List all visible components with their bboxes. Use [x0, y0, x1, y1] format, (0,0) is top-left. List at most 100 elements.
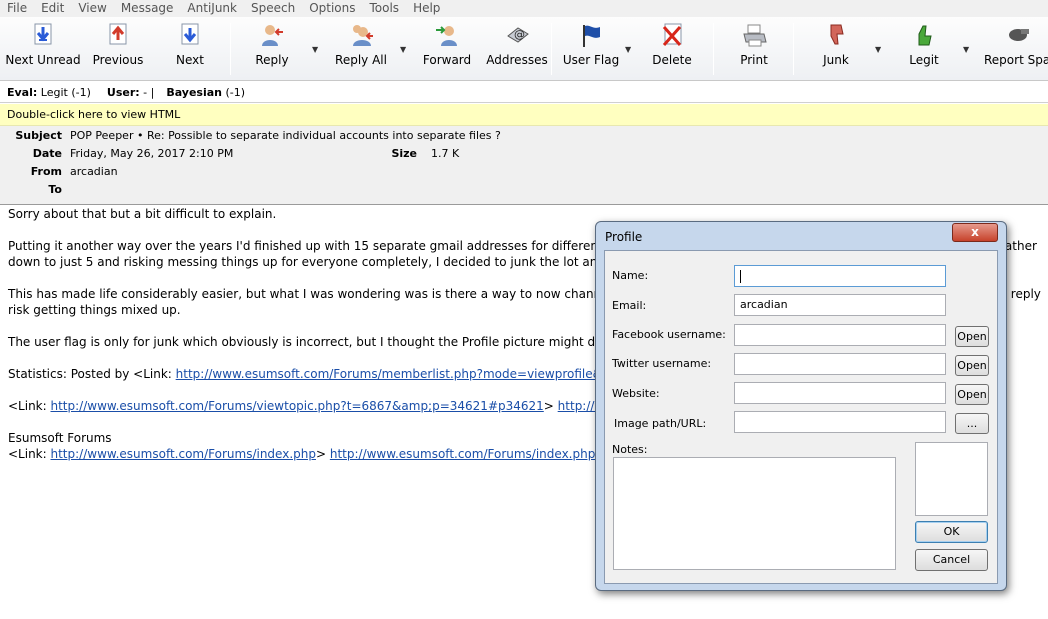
forum-name: Esumsoft Forums — [8, 431, 112, 445]
junk-dropdown-icon[interactable]: ▼ — [875, 45, 881, 54]
forward-icon — [433, 21, 461, 49]
reply-button[interactable]: Reply — [252, 21, 292, 75]
delete-icon — [658, 21, 686, 49]
profile-picture[interactable] — [915, 442, 988, 516]
menu-edit[interactable]: Edit — [34, 0, 71, 17]
address-book-icon: @ — [503, 21, 531, 49]
size-value: 1.7 K — [431, 147, 460, 160]
legit-button[interactable]: Legit — [907, 21, 941, 75]
from-label: From — [30, 165, 62, 178]
size-label: Size — [391, 147, 417, 160]
svg-text:@: @ — [514, 28, 525, 41]
facebook-label: Facebook username: — [612, 328, 726, 341]
addresses-button[interactable]: @ Addresses — [486, 21, 548, 75]
to-label: To — [48, 183, 62, 196]
name-label: Name: — [612, 269, 649, 282]
user-value: - | — [143, 85, 155, 99]
twitter-label: Twitter username: — [612, 357, 712, 370]
menu-options[interactable]: Options — [302, 0, 362, 17]
website-field[interactable] — [734, 382, 946, 404]
eval-value: Legit (-1) — [40, 85, 91, 99]
report-spam-button[interactable]: Report Spam — [982, 21, 1048, 75]
toolbar-separator — [793, 23, 794, 75]
close-icon: x — [971, 225, 979, 239]
twitter-open-button[interactable]: Open — [955, 355, 989, 376]
member-profile-link[interactable]: http://www.esumsoft.com/Forums/memberlis… — [176, 367, 621, 381]
previous-button[interactable]: Previous — [90, 21, 146, 75]
browse-button[interactable]: ... — [955, 413, 989, 434]
menu-file[interactable]: File — [0, 0, 34, 17]
statistics-line: Statistics: Posted by <Link: http://www.… — [8, 367, 622, 381]
next-unread-icon — [29, 21, 57, 49]
forum-index-link-2[interactable]: http://www.esumsoft.com/Forums/index.php — [330, 447, 595, 461]
cancel-button[interactable]: Cancel — [915, 549, 988, 571]
date-label: Date — [32, 147, 62, 160]
delete-button[interactable]: Delete — [652, 21, 692, 75]
message-line: The user flag is only for junk which obv… — [8, 335, 626, 349]
facebook-field[interactable] — [734, 324, 946, 346]
bayesian-label: Bayesian — [166, 85, 222, 99]
thumbs-down-icon — [822, 21, 850, 49]
reply-all-dropdown-icon[interactable]: ▼ — [400, 45, 406, 54]
from-value: arcadian — [70, 165, 118, 178]
message-headers: Subject POP Peeper • Re: Possible to sep… — [0, 126, 1048, 205]
forum-index-link[interactable]: http://www.esumsoft.com/Forums/index.php — [51, 447, 316, 461]
user-flag-dropdown-icon[interactable]: ▼ — [625, 45, 631, 54]
ok-button[interactable]: OK — [915, 521, 988, 543]
user-flag-button[interactable]: User Flag — [563, 21, 619, 75]
menu-tools[interactable]: Tools — [363, 0, 407, 17]
reply-dropdown-icon[interactable]: ▼ — [312, 45, 318, 54]
user-label: User: — [106, 85, 140, 99]
next-button[interactable]: Next — [170, 21, 210, 75]
topic-link-line: <Link: http://www.esumsoft.com/Forums/vi… — [8, 399, 624, 413]
forward-button[interactable]: Forward — [423, 21, 471, 75]
evaluation-bar: Eval: Legit (-1) User: - | Bayesian (-1) — [0, 82, 1048, 103]
junk-button[interactable]: Junk — [820, 21, 852, 75]
name-field[interactable] — [734, 265, 946, 287]
legit-dropdown-icon[interactable]: ▼ — [963, 45, 969, 54]
message-line: This has made life considerably easier, … — [8, 287, 623, 301]
dialog-title: Profile — [605, 230, 643, 244]
reply-all-button[interactable]: Reply All — [335, 21, 387, 75]
website-open-button[interactable]: Open — [955, 384, 989, 405]
text-caret — [740, 270, 741, 283]
website-label: Website: — [612, 387, 660, 400]
reply-all-icon — [347, 21, 375, 49]
menu-view[interactable]: View — [71, 0, 113, 17]
twitter-field[interactable] — [734, 353, 946, 375]
next-unread-button[interactable]: Next Unread — [5, 21, 81, 75]
email-field[interactable]: arcadian — [734, 294, 946, 316]
menu-bar: File Edit View Message AntiJunk Speech O… — [0, 0, 1048, 17]
toolbar-separator — [551, 23, 552, 75]
subject-label: Subject — [15, 129, 62, 142]
close-button[interactable]: x — [952, 223, 998, 242]
date-value: Friday, May 26, 2017 2:10 PM — [70, 147, 234, 160]
menu-speech[interactable]: Speech — [244, 0, 302, 17]
toolbar-separator — [713, 23, 714, 75]
bayesian-value: (-1) — [225, 85, 246, 99]
notes-textarea[interactable] — [613, 457, 896, 570]
dialog-client-area: Name: Email: arcadian Facebook username:… — [604, 250, 998, 584]
menu-help[interactable]: Help — [406, 0, 447, 17]
view-html-notice[interactable]: Double-click here to view HTML — [0, 104, 1048, 126]
thumbs-up-icon — [910, 21, 938, 49]
message-line: Sorry about that but a bit difficult to … — [8, 207, 277, 221]
forum-link-line: <Link: http://www.esumsoft.com/Forums/in… — [8, 447, 596, 461]
toolbar-separator — [230, 23, 231, 75]
topic-link[interactable]: http://www.esumsoft.com/Forums/viewtopic… — [51, 399, 544, 413]
eval-label: Eval: — [7, 85, 38, 99]
notes-label: Notes: — [612, 443, 648, 456]
previous-icon — [104, 21, 132, 49]
image-path-label: Image path/URL: — [614, 417, 707, 430]
from-row: From arcadian — [0, 164, 1048, 180]
message-line: down to just 5 and risking messing thing… — [8, 255, 631, 269]
menu-antijunk[interactable]: AntiJunk — [180, 0, 244, 17]
flag-icon — [577, 21, 605, 49]
whistle-icon — [1004, 21, 1032, 49]
facebook-open-button[interactable]: Open — [955, 326, 989, 347]
reply-icon — [258, 21, 286, 49]
print-button[interactable]: Print — [737, 21, 771, 75]
subject-row: Subject POP Peeper • Re: Possible to sep… — [0, 128, 1048, 144]
image-path-field[interactable] — [734, 411, 946, 433]
menu-message[interactable]: Message — [114, 0, 181, 17]
